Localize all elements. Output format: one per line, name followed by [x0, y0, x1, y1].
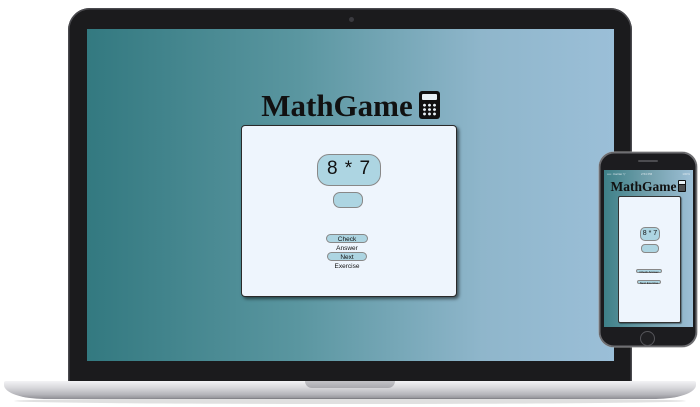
- status-carrier: ••••◦ Carrier ▽: [607, 172, 626, 176]
- laptop-shadow: [14, 398, 686, 404]
- phone-check-answer-button[interactable]: Check Answer: [636, 269, 662, 274]
- phone-home-button[interactable]: [640, 331, 655, 346]
- answer-input[interactable]: [333, 192, 363, 208]
- laptop-opening-notch: [305, 381, 395, 388]
- phone-app-title-text: MathGame: [610, 179, 677, 194]
- phone-speaker: [638, 160, 658, 162]
- phone-answer-input[interactable]: [641, 244, 659, 253]
- calculator-icon: [418, 91, 440, 119]
- next-exercise-button[interactable]: Next Exercise: [327, 252, 367, 270]
- app-title: MathGame: [87, 88, 614, 124]
- exercise-display: 8 * 7: [317, 154, 381, 186]
- game-card: 8 * 7 Check Answer Next Exercise: [241, 125, 457, 297]
- status-time: 2:54 PM: [641, 172, 653, 176]
- phone-status-bar: ••••◦ Carrier ▽ 2:54 PM 100%: [607, 172, 690, 176]
- app-title-text: MathGame: [261, 88, 413, 123]
- status-battery: 100%: [682, 172, 690, 176]
- phone-screen: ••••◦ Carrier ▽ 2:54 PM 100% MathGame 8 …: [604, 170, 693, 327]
- check-answer-button[interactable]: Check Answer: [326, 234, 368, 252]
- phone-exercise-display: 8 * 7: [640, 227, 660, 241]
- laptop-screen: MathGame 8 * 7 Check Answer Next Exercis…: [87, 29, 614, 361]
- phone-next-exercise-button[interactable]: Next Exercise: [637, 280, 661, 285]
- laptop-camera: [349, 17, 354, 22]
- phone-game-card: 8 * 7 Check Answer Next Exercise: [618, 196, 681, 323]
- calculator-icon: [678, 180, 687, 192]
- phone-app-title: MathGame: [604, 179, 693, 195]
